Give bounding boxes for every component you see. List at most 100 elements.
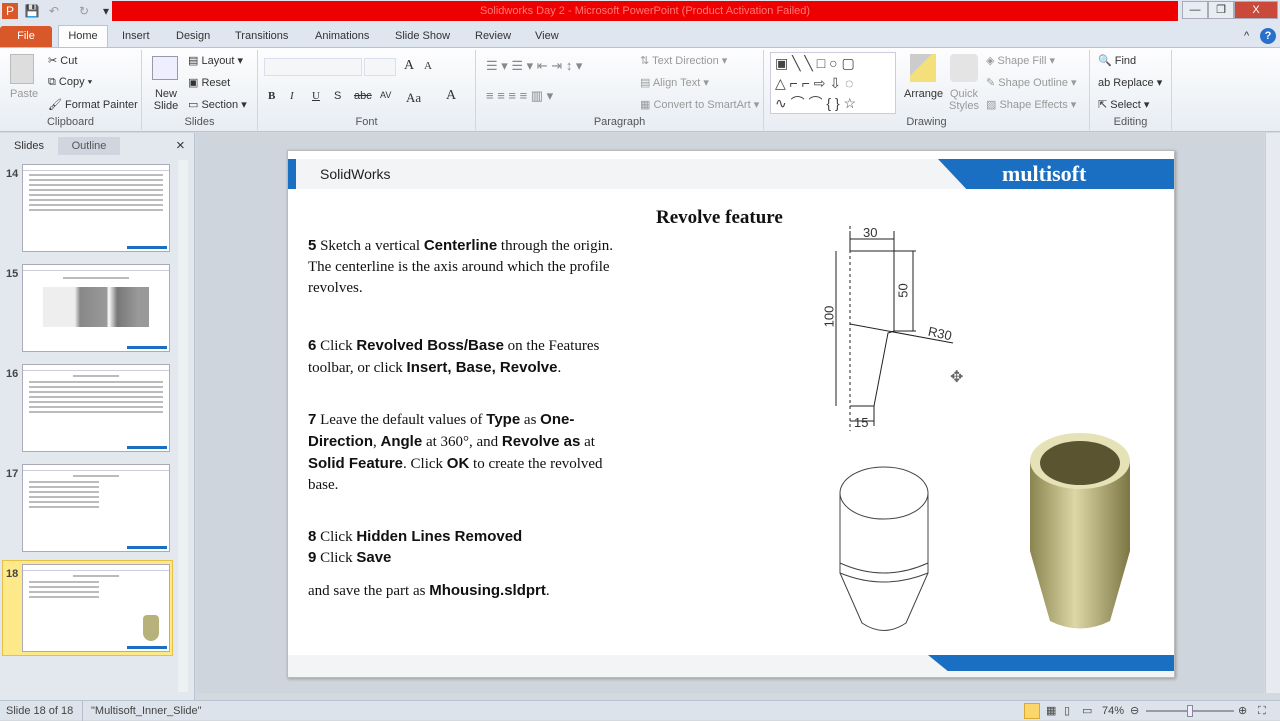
list-buttons[interactable]: ☰ ▾ ☰ ▾ ⇤ ⇥ ↕ ▾ — [486, 58, 582, 74]
step-5: 5 Sketch a vertical Centerline through t… — [308, 235, 628, 299]
vertical-scrollbar[interactable] — [1265, 133, 1280, 693]
italic-button[interactable]: I — [290, 90, 294, 102]
bold-term: Centerline — [423, 237, 498, 254]
format-painter-button[interactable]: 🖌 Format Painter — [48, 98, 138, 111]
bold-term: Save — [356, 549, 392, 566]
dimension-top: 30 — [863, 225, 878, 240]
zoom-in-button[interactable]: ⊕ — [1238, 701, 1247, 721]
shrink-font-button[interactable]: A — [424, 60, 432, 72]
minimize-button[interactable]: — — [1182, 1, 1208, 19]
shape-outline-label: Shape Outline — [998, 77, 1068, 89]
underline-button[interactable]: U — [312, 90, 320, 102]
reading-view-button[interactable]: ▯ — [1064, 701, 1070, 721]
slide-sorter-button[interactable]: ▦ — [1046, 701, 1056, 721]
help-icon[interactable]: ? — [1260, 28, 1276, 44]
text-direction-button[interactable]: ⇅ Text Direction ▾ — [640, 54, 727, 67]
find-button[interactable]: 🔍 Find — [1098, 54, 1136, 67]
step-text: at — [580, 434, 595, 450]
tab-view[interactable]: View — [535, 27, 559, 46]
copy-button[interactable]: ⧉ Copy ▾ — [48, 76, 92, 89]
step-text: at 360°, and — [422, 434, 502, 450]
tab-transitions[interactable]: Transitions — [235, 27, 288, 46]
reset-button[interactable]: ▣ Reset — [188, 76, 230, 89]
layout-button[interactable]: ▤ Layout ▾ — [188, 54, 243, 67]
font-name-dropdown[interactable] — [264, 58, 362, 76]
bold-term: Revolved Boss/Base — [356, 337, 504, 354]
shape-fill-button[interactable]: ◈ Shape Fill ▾ — [986, 54, 1055, 67]
status-bar: Slide 18 of 18 "Multisoft_Inner_Slide" ▦… — [0, 700, 1280, 721]
close-button[interactable]: X — [1234, 1, 1278, 19]
tab-home[interactable]: Home — [58, 25, 108, 48]
save-icon[interactable]: 💾 — [24, 3, 40, 19]
panel-scrollbar[interactable] — [178, 160, 188, 692]
bold-term: Solid Feature — [308, 455, 404, 472]
zoom-slider[interactable] — [1146, 705, 1234, 717]
tab-review[interactable]: Review — [475, 27, 511, 46]
align-text-label: Align Text — [652, 77, 701, 89]
fit-to-window-button[interactable]: ⛶ — [1258, 701, 1266, 721]
paste-button[interactable]: Paste — [10, 88, 38, 100]
font-color-button[interactable]: A — [446, 88, 456, 104]
paste-icon — [10, 54, 34, 84]
step-number: 9 — [308, 549, 317, 566]
font-group: A A B I U S abc AV Aa A Font — [258, 50, 476, 130]
editing-label: Editing — [1113, 116, 1148, 128]
clipboard-group: Paste ✂ Cut ⧉ Copy ▾ 🖌 Format Painter Cl… — [0, 50, 142, 130]
alignment-buttons[interactable]: ≡ ≡ ≡ ≡ ▥ ▾ — [486, 88, 553, 104]
tab-slides[interactable]: Slides — [4, 137, 54, 155]
grow-font-button[interactable]: A — [404, 58, 414, 74]
tab-animations[interactable]: Animations — [315, 27, 369, 46]
section-button[interactable]: ▭ Section ▾ — [188, 98, 247, 111]
step-text: . Click — [403, 456, 447, 472]
shapes-gallery[interactable]: ▣ ╲ ╲ □ ○ ▢ △ ⌐ ⌐ ⇨ ⇩ ◌ ∿ ⌒ ⌒ { } ☆ — [770, 52, 896, 114]
arrange-button[interactable]: Arrange — [904, 88, 943, 100]
slide-thumbnail-14[interactable] — [22, 164, 170, 252]
slide-canvas[interactable]: SolidWorks multisoft Revolve feature 5 S… — [287, 150, 1175, 678]
character-spacing-button[interactable]: AV — [380, 90, 391, 100]
tab-insert[interactable]: Insert — [122, 27, 150, 46]
step-7: 7 Leave the default values of Type as On… — [308, 409, 628, 496]
dimension-left: 100 — [821, 305, 837, 328]
change-case-button[interactable]: Aa — [406, 90, 421, 106]
shadow-button[interactable]: S — [334, 90, 341, 102]
slide-thumbnail-18[interactable] — [22, 564, 170, 652]
bold-button[interactable]: B — [268, 90, 275, 102]
slide-thumbnail-17[interactable] — [22, 464, 170, 552]
bold-term: Type — [486, 411, 521, 428]
multisoft-logo: multisoft — [1002, 161, 1087, 186]
strikethrough-button[interactable]: abc — [354, 90, 372, 102]
minimize-ribbon-icon[interactable]: ^ — [1244, 27, 1249, 46]
align-text-button[interactable]: ▤ Align Text ▾ — [640, 76, 709, 89]
zoom-slider-thumb[interactable] — [1187, 705, 1193, 717]
drawing-label: Drawing — [906, 116, 947, 128]
shape-effects-button[interactable]: ▨ Shape Effects ▾ — [986, 98, 1076, 111]
tab-outline[interactable]: Outline — [58, 137, 120, 155]
replace-label: Replace — [1113, 77, 1154, 89]
slides-label: Slides — [184, 116, 215, 128]
zoom-level[interactable]: 74% — [1102, 701, 1124, 721]
redo-icon[interactable]: ↻ — [76, 3, 92, 19]
tab-design[interactable]: Design — [176, 27, 210, 46]
tab-slide-show[interactable]: Slide Show — [395, 27, 450, 46]
shape-outline-button[interactable]: ✎ Shape Outline ▾ — [986, 76, 1077, 89]
normal-view-button[interactable] — [1024, 703, 1040, 719]
new-slide-button[interactable]: New Slide — [150, 88, 182, 112]
slide-number: 17 — [6, 468, 19, 480]
close-panel-icon[interactable]: × — [176, 137, 185, 154]
restore-button[interactable]: ❐ — [1208, 1, 1234, 19]
tab-file[interactable]: File — [0, 26, 52, 47]
find-label: Find — [1114, 55, 1137, 67]
slide-show-button[interactable]: ▭ — [1082, 701, 1092, 721]
font-size-dropdown[interactable] — [364, 58, 396, 76]
slide-thumbnail-15[interactable] — [22, 264, 170, 352]
powerpoint-app-icon[interactable]: P — [2, 3, 18, 19]
theme-name[interactable]: "Multisoft_Inner_Slide" — [82, 701, 202, 721]
cut-button[interactable]: ✂ Cut — [48, 54, 77, 67]
select-button[interactable]: ⇱ Select ▾ — [1098, 98, 1149, 111]
convert-smartart-button[interactable]: ▦ Convert to SmartArt ▾ — [640, 98, 759, 111]
replace-button[interactable]: ab Replace ▾ — [1098, 76, 1162, 89]
zoom-out-button[interactable]: ⊖ — [1130, 701, 1139, 721]
slide-thumbnail-16[interactable] — [22, 364, 170, 452]
quick-styles-button[interactable]: Quick Styles — [946, 88, 982, 112]
undo-icon[interactable]: ↶ — [46, 3, 62, 19]
